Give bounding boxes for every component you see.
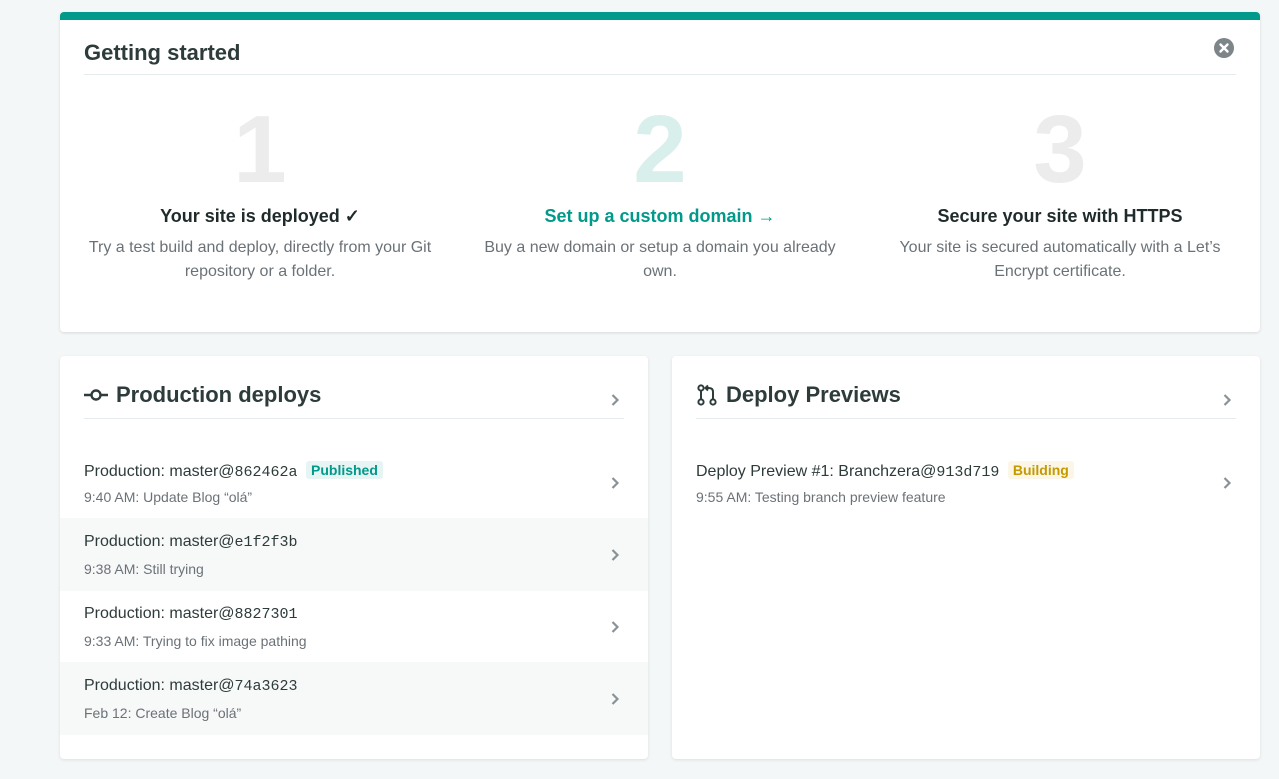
deploy-label: Production: <box>84 463 170 480</box>
deploy-row[interactable]: Production: master@e1f2f3b 9:38 AM: Stil… <box>60 518 648 591</box>
status-badge: Building <box>1007 461 1074 479</box>
chevron-right-icon <box>611 549 620 561</box>
deploy-label: Production: <box>84 605 170 622</box>
deploy-branch: master@ <box>169 605 235 622</box>
chevron-right-icon <box>611 394 620 406</box>
deploy-row[interactable]: Production: master@74a3623 Feb 12: Creat… <box>60 662 648 735</box>
step-heading: Secure your site with HTTPS <box>937 206 1183 226</box>
accent-bar <box>60 12 1260 20</box>
production-deploys-panel: Production deploys Production: master@86… <box>60 356 648 759</box>
step-number: 3 <box>1033 96 1087 203</box>
step-description: Your site is secured automatically with … <box>899 239 1221 280</box>
deploy-label: Production: <box>84 677 170 694</box>
deploy-branch: master@ <box>169 463 235 480</box>
commit-sha: 913d719 <box>936 464 1000 481</box>
deploy-detail: Feb 12: Create Blog “olá” <box>84 705 242 721</box>
commit-sha: 8827301 <box>234 606 298 623</box>
deploy-preview-title: Deploy Preview #1: Branchzera@913d719 Bu… <box>696 461 1074 481</box>
chevron-right-icon <box>611 477 620 489</box>
deploy-row[interactable]: Production: master@862462a Published 9:4… <box>60 446 648 519</box>
custom-domain-link[interactable]: Set up a custom domain → <box>480 204 840 228</box>
deploy-previews-title-wrap: Deploy Previews <box>696 382 901 408</box>
deploy-title: Production: master@74a3623 <box>84 677 298 695</box>
step-number: 2 <box>633 96 687 203</box>
pull-request-icon <box>697 384 717 406</box>
deploy-previews-panel: Deploy Previews Deploy Preview #1: Branc… <box>672 356 1260 759</box>
step-heading: Your site is deployed ✓ <box>160 206 360 226</box>
deploy-label: Deploy Preview #1: <box>696 463 839 480</box>
step-custom-domain: 2 Set up a custom domain → Buy a new dom… <box>480 100 840 284</box>
chevron-right-icon <box>611 621 620 633</box>
divider <box>84 74 1236 75</box>
deploy-branch: master@ <box>169 533 235 550</box>
chevron-right-icon <box>1223 477 1232 489</box>
getting-started-card: Getting started 1 Your site is deployed … <box>60 12 1260 332</box>
status-badge: Published <box>306 461 383 479</box>
commit-sha: 862462a <box>234 464 298 481</box>
production-deploys-header[interactable]: Production deploys <box>84 380 624 419</box>
commit-icon <box>84 389 108 401</box>
production-deploys-title: Production deploys <box>116 382 322 407</box>
deploy-previews-title: Deploy Previews <box>726 382 901 407</box>
deploy-detail: 9:38 AM: Still trying <box>84 561 204 577</box>
chevron-right-icon <box>611 693 620 705</box>
step-description: Try a test build and deploy, directly fr… <box>88 239 432 280</box>
step-https: 3 Secure your site with HTTPS Your site … <box>880 100 1240 284</box>
deploy-previews-header[interactable]: Deploy Previews <box>696 380 1236 419</box>
deploy-detail: 9:55 AM: Testing branch preview feature <box>696 489 946 505</box>
commit-sha: 74a3623 <box>234 678 298 695</box>
close-icon[interactable] <box>1214 38 1234 58</box>
deploy-preview-row[interactable]: Deploy Preview #1: Branchzera@913d719 Bu… <box>672 446 1260 519</box>
production-deploys-title-wrap: Production deploys <box>84 382 321 408</box>
deploy-detail: 9:40 AM: Update Blog “olá” <box>84 489 253 505</box>
deploy-branch: master@ <box>169 677 235 694</box>
step-description: Buy a new domain or setup a domain you a… <box>484 239 836 280</box>
deploy-title: Production: master@8827301 <box>84 605 298 623</box>
deploy-detail: 9:33 AM: Trying to fix image pathing <box>84 633 307 649</box>
deploy-title: Production: master@862462a Published <box>84 461 383 481</box>
deploy-row[interactable]: Production: master@8827301 9:33 AM: Tryi… <box>60 590 648 663</box>
deploy-label: Production: <box>84 533 170 550</box>
deploy-branch: Branchzera@ <box>838 463 937 480</box>
chevron-right-icon <box>1223 394 1232 406</box>
getting-started-title: Getting started <box>84 40 241 65</box>
step-deployed: 1 Your site is deployed ✓ Try a test bui… <box>80 100 440 284</box>
step-number: 1 <box>233 96 287 203</box>
commit-sha: e1f2f3b <box>234 534 298 551</box>
deploy-title: Production: master@e1f2f3b <box>84 533 298 551</box>
